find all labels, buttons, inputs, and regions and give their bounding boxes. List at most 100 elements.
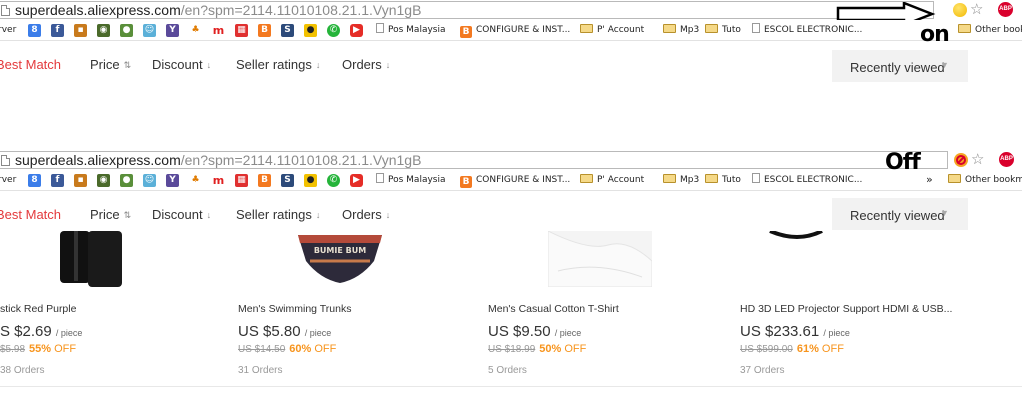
product-old-price: US $14.50 60% OFF	[238, 343, 337, 355]
yahoo-icon[interactable]: Y	[166, 174, 179, 187]
bookmark-tuto[interactable]: Tuto	[705, 173, 741, 187]
bookmark-mp3[interactable]: Mp3	[663, 23, 699, 37]
product-price: S $2.69 / piece	[0, 323, 83, 340]
product-image[interactable]	[762, 231, 842, 287]
divider	[0, 386, 1022, 387]
address-bar-row: superdeals.aliexpress.com/en?spm=2114.11…	[0, 150, 1022, 175]
sort-discount[interactable]: Discount ↓	[152, 207, 211, 223]
smiley-icon[interactable]: ☺	[143, 24, 156, 37]
sort-bar: Best Match Price ⇅ Discount ↓ Seller ratin…	[0, 198, 1022, 230]
product-image[interactable]	[548, 231, 652, 287]
sort-best-match[interactable]: Best Match	[0, 57, 61, 73]
leaf-icon[interactable]: ●	[120, 24, 133, 37]
extension-disabled-icon[interactable]	[954, 153, 968, 167]
bookmark-pos-malaysia[interactable]: Pos Malaysia	[376, 173, 446, 187]
bookmark-tuto[interactable]: Tuto	[705, 23, 741, 37]
camera-icon[interactable]: ◉	[97, 174, 110, 187]
facebook-icon[interactable]: f	[51, 24, 64, 37]
omnibox[interactable]: superdeals.aliexpress.com/en?spm=2114.11…	[0, 151, 948, 169]
camera-icon[interactable]: ◉	[97, 24, 110, 37]
s-icon[interactable]: S	[281, 24, 294, 37]
product-orders: 38 Orders	[0, 365, 45, 376]
annotation-label-on: on	[920, 22, 950, 47]
sort-bar: Best Match Price ⇅ Discount ↓ Seller ratin…	[0, 48, 1022, 82]
product-price: US $233.61 / piece	[740, 323, 850, 340]
calendar-icon[interactable]: ▦	[235, 24, 248, 37]
bookmark-configure[interactable]: B CONFIGURE & INST...	[460, 23, 570, 38]
bookmark-p-account[interactable]: P' Account	[580, 23, 644, 37]
product-card[interactable]: Men's Casual Cotton T-Shirt US $9.50 / p…	[480, 231, 718, 388]
google-icon[interactable]: 8	[28, 174, 41, 187]
url-text[interactable]: superdeals.aliexpress.com/en?spm=2114.11…	[15, 152, 421, 169]
recently-viewed-dropdown[interactable]: Recently viewed ▼	[832, 198, 968, 230]
google-icon[interactable]: 8	[28, 24, 41, 37]
page-icon	[1, 155, 10, 166]
leaf-icon[interactable]: ●	[120, 174, 133, 187]
bookmarks-overflow-button[interactable]: »	[926, 173, 933, 187]
bookmark-other[interactable]: Other book	[958, 23, 1022, 37]
yahoo-icon[interactable]: Y	[166, 24, 179, 37]
blogger-icon[interactable]: B	[258, 24, 271, 37]
screenshot-extension-on: superdeals.aliexpress.com/en?spm=2114.11…	[0, 0, 1022, 82]
whatsapp-icon[interactable]: ✆	[327, 24, 340, 37]
m-icon[interactable]: m	[212, 24, 225, 37]
omnibox[interactable]: superdeals.aliexpress.com/en?spm=2114.11…	[0, 1, 934, 19]
calendar-icon[interactable]: ▦	[235, 174, 248, 187]
url-text[interactable]: superdeals.aliexpress.com/en?spm=2114.11…	[15, 2, 421, 19]
sort-price[interactable]: Price ⇅	[90, 207, 131, 223]
product-card[interactable]: stick Red Purple S $2.69 / piece $5.98 55…	[0, 231, 216, 388]
ball-icon[interactable]: ●	[304, 24, 317, 37]
bookmarks-bar: rver 8 f ▪ ◉ ● ☺ Y ♣ m ▦ B S ● ✆ ▶ Pos M…	[0, 20, 1022, 41]
page-icon	[1, 5, 10, 16]
star-icon[interactable]: ☆	[971, 152, 984, 167]
smiley-icon[interactable]: ☺	[143, 174, 156, 187]
product-title[interactable]: Men's Casual Cotton T-Shirt	[488, 303, 619, 315]
bookmark-server[interactable]: rver	[0, 173, 16, 187]
product-card[interactable]: HD 3D LED Projector Support HDMI & USB..…	[732, 231, 970, 388]
product-title[interactable]: HD 3D LED Projector Support HDMI & USB..…	[740, 303, 952, 315]
paw-icon[interactable]: ♣	[189, 24, 202, 37]
recently-viewed-dropdown[interactable]: Recently viewed ▼	[832, 50, 968, 82]
adblock-plus-icon[interactable]: ABP	[999, 152, 1014, 167]
s-icon[interactable]: S	[281, 174, 294, 187]
facebook-icon[interactable]: f	[51, 174, 64, 187]
product-image[interactable]: BUMIE BUM	[290, 231, 390, 287]
whatsapp-icon[interactable]: ✆	[327, 174, 340, 187]
product-price: US $9.50 / piece	[488, 323, 582, 340]
sort-best-match[interactable]: Best Match	[0, 207, 61, 223]
bookmark-mp3[interactable]: Mp3	[663, 173, 699, 187]
product-old-price: US $599.00 61% OFF	[740, 343, 844, 355]
m-icon[interactable]: m	[212, 174, 225, 187]
bookmark-escol[interactable]: ESCOL ELECTRONIC...	[752, 173, 862, 187]
bookmark-p-account[interactable]: P' Account	[580, 173, 644, 187]
star-icon[interactable]: ☆	[970, 2, 983, 17]
product-card[interactable]: BUMIE BUM Men's Swimming Trunks US $5.80…	[230, 231, 468, 388]
bookmark-configure[interactable]: B CONFIGURE & INST...	[460, 173, 570, 188]
paw-icon[interactable]: ♣	[189, 174, 202, 187]
sort-seller-ratings[interactable]: Seller ratings ↓	[236, 57, 320, 73]
sort-seller-ratings[interactable]: Seller ratings ↓	[236, 207, 320, 223]
sort-price[interactable]: Price ⇅	[90, 57, 131, 73]
svg-text:BUMIE BUM: BUMIE BUM	[314, 246, 366, 255]
sort-orders[interactable]: Orders ↓	[342, 57, 390, 73]
sort-discount[interactable]: Discount ↓	[152, 57, 211, 73]
product-image[interactable]	[38, 231, 158, 287]
address-bar-row: superdeals.aliexpress.com/en?spm=2114.11…	[0, 0, 1022, 26]
youtube-icon[interactable]: ▶	[350, 24, 363, 37]
screenshot-extension-off: superdeals.aliexpress.com/en?spm=2114.11…	[0, 150, 1022, 410]
blogger-icon[interactable]: B	[258, 174, 271, 187]
folder-app-icon[interactable]: ▪	[74, 174, 87, 187]
adblock-plus-icon[interactable]: ABP	[998, 2, 1013, 17]
bookmark-server[interactable]: rver	[0, 23, 16, 37]
product-title[interactable]: Men's Swimming Trunks	[238, 303, 351, 315]
bookmark-other[interactable]: Other bookm	[948, 173, 1022, 187]
sort-orders[interactable]: Orders ↓	[342, 207, 390, 223]
ball-icon[interactable]: ●	[304, 174, 317, 187]
youtube-icon[interactable]: ▶	[350, 174, 363, 187]
bookmark-escol[interactable]: ESCOL ELECTRONIC...	[752, 23, 862, 37]
folder-app-icon[interactable]: ▪	[74, 24, 87, 37]
product-title[interactable]: stick Red Purple	[0, 303, 76, 315]
bookmark-pos-malaysia[interactable]: Pos Malaysia	[376, 23, 446, 37]
extension-enabled-icon[interactable]	[953, 3, 967, 17]
product-orders: 31 Orders	[238, 365, 283, 376]
